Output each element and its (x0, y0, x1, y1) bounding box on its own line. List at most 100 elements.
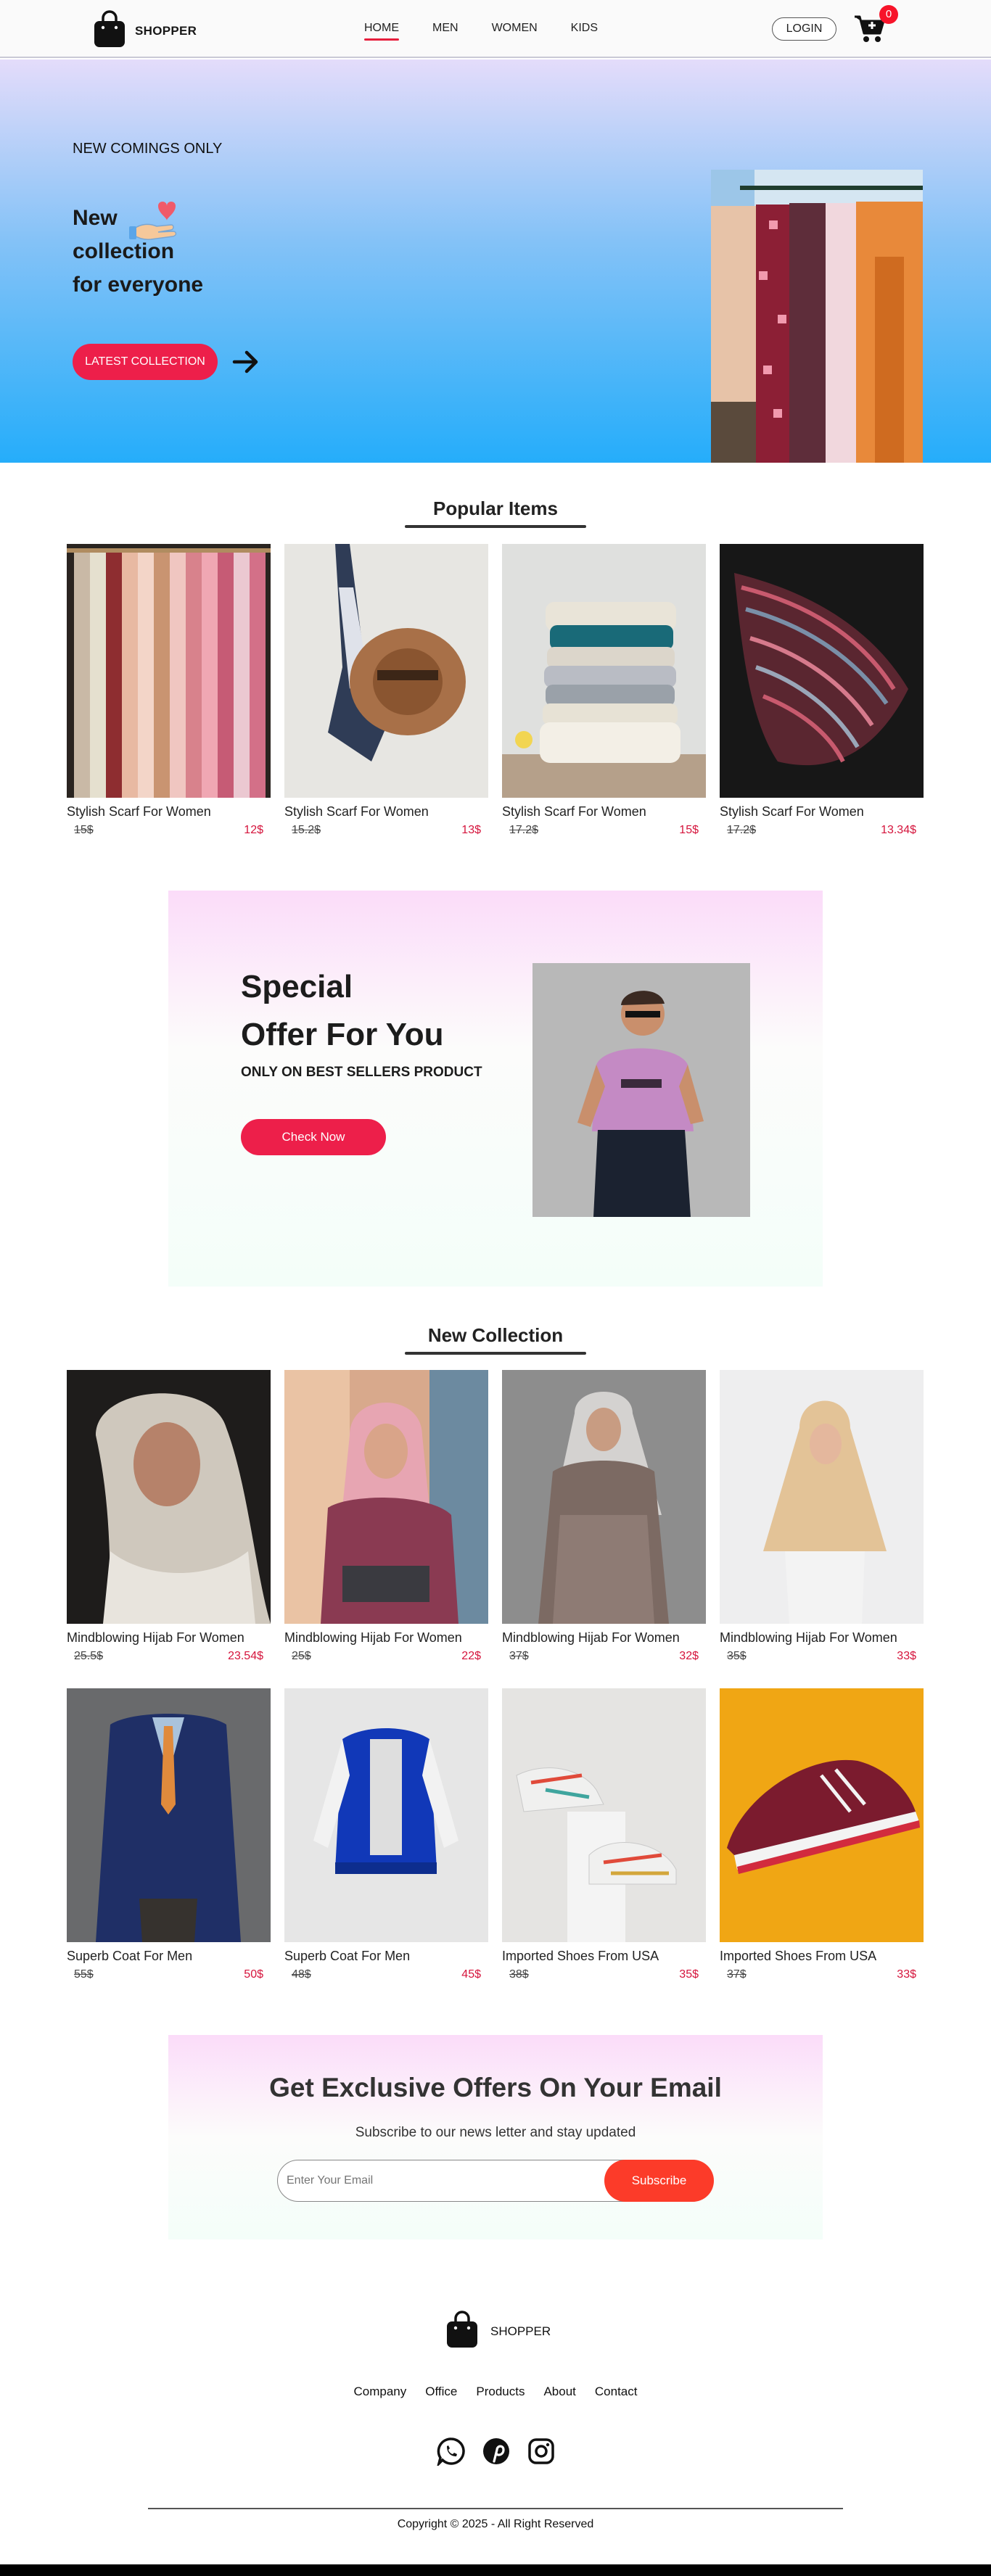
product-card[interactable]: Stylish Scarf For Women 17.2$ 15$ (502, 544, 706, 837)
new-price: 32$ (679, 1650, 699, 1662)
footer-link-about[interactable]: About (543, 2385, 575, 2399)
menu-item-women[interactable]: WOMEN (492, 22, 538, 35)
product-card[interactable]: Mindblowing Hijab For Women 37$ 32$ (502, 1370, 706, 1663)
product-card[interactable]: Imported Shoes From USA 38$ 35$ (502, 1688, 706, 1981)
product-card[interactable]: Superb Coat For Men 48$ 45$ (284, 1688, 488, 1981)
product-image-folded-knits (502, 544, 706, 798)
product-card[interactable]: Stylish Scarf For Women 17.2$ 13.34$ (720, 544, 924, 837)
email-input[interactable] (287, 2171, 591, 2191)
footer-link-products[interactable]: Products (476, 2385, 525, 2399)
offer-headline-line1: Special (241, 969, 353, 1004)
product-card[interactable]: Mindblowing Hijab For Women 25.5$ 23.54$ (67, 1370, 271, 1663)
product-prices: 35$ 33$ (720, 1650, 924, 1663)
product-prices: 15$ 12$ (67, 824, 271, 837)
newsletter-title: Get Exclusive Offers On Your Email (269, 2073, 722, 2102)
new-price: 33$ (897, 1968, 916, 1981)
product-name: Mindblowing Hijab For Women (720, 1630, 897, 1645)
product-image-sneaker-maroon (720, 1688, 924, 1942)
copyright-text: Copyright © 2025 - All Right Reserved (397, 2518, 594, 2530)
product-card[interactable]: Imported Shoes From USA 37$ 33$ (720, 1688, 924, 1981)
hero-banner: NEW COMINGS ONLY New collection for ever… (0, 59, 991, 463)
instagram-icon[interactable] (527, 2437, 556, 2469)
hand-heart-icon (129, 197, 180, 247)
new-price: 13$ (461, 824, 481, 836)
new-price: 22$ (461, 1650, 481, 1662)
footer-divider (148, 2508, 843, 2509)
product-image-hijab-tan (720, 1370, 924, 1624)
arrow-right-icon[interactable] (232, 350, 260, 378)
product-image-scarves-rack (67, 544, 271, 798)
product-name: Stylish Scarf For Women (502, 804, 646, 819)
product-name: Stylish Scarf For Women (284, 804, 429, 819)
product-name: Imported Shoes From USA (502, 1949, 659, 1963)
product-name: Mindblowing Hijab For Women (67, 1630, 244, 1645)
old-price: 25$ (292, 1650, 311, 1662)
product-name: Mindblowing Hijab For Women (502, 1630, 680, 1645)
product-name: Stylish Scarf For Women (67, 804, 211, 819)
offer-subheading: ONLY ON BEST SELLERS PRODUCT (241, 1065, 482, 1080)
menu-item-home[interactable]: HOME (364, 22, 399, 41)
whatsapp-icon[interactable] (436, 2437, 466, 2469)
bottom-bar (0, 2564, 991, 2576)
old-price: 55$ (74, 1968, 94, 1981)
newsletter-form: Subscribe (277, 2159, 714, 2202)
offer-headline-line2: Offer For You (241, 1017, 444, 1052)
product-prices: 25.5$ 23.54$ (67, 1650, 271, 1663)
brand-logo[interactable]: SHOPPER (93, 10, 197, 51)
pinterest-icon[interactable] (482, 2437, 511, 2469)
check-now-button[interactable]: Check Now (241, 1119, 386, 1155)
menu-item-men[interactable]: MEN (432, 22, 459, 35)
old-price: 15.2$ (292, 824, 321, 836)
footer-links: Company Office Products About Contact (0, 2385, 991, 2399)
product-image-varsity-jacket (284, 1688, 488, 1942)
product-name: Imported Shoes From USA (720, 1949, 877, 1963)
cart-count-badge: 0 (879, 5, 898, 24)
product-name: Mindblowing Hijab For Women (284, 1630, 462, 1645)
old-price: 15$ (74, 824, 94, 836)
footer-link-office[interactable]: Office (425, 2385, 457, 2399)
footer-logo[interactable]: SHOPPER (445, 2311, 551, 2352)
popular-items-underline (405, 525, 586, 528)
clothing-rack-image (711, 170, 923, 466)
product-card[interactable]: Mindblowing Hijab For Women 25$ 22$ (284, 1370, 488, 1663)
old-price: 37$ (509, 1650, 529, 1662)
new-price: 35$ (679, 1968, 699, 1981)
product-prices: 17.2$ 15$ (502, 824, 706, 837)
menu-item-kids[interactable]: KIDS (571, 22, 598, 35)
product-prices: 55$ 50$ (67, 1968, 271, 1981)
newsletter-section: Get Exclusive Offers On Your Email Subsc… (168, 2035, 823, 2239)
special-offer-banner: Special Offer For You ONLY ON BEST SELLE… (168, 891, 823, 1287)
navbar: SHOPPER HOME MEN WOMEN KIDS LOGIN 0 (0, 0, 991, 58)
product-image-hijab-beige (67, 1370, 271, 1624)
product-name: Stylish Scarf For Women (720, 804, 864, 819)
old-price: 17.2$ (509, 824, 539, 836)
footer-link-company[interactable]: Company (354, 2385, 407, 2399)
subscribe-button[interactable]: Subscribe (604, 2159, 714, 2202)
old-price: 37$ (727, 1968, 747, 1981)
product-prices: 15.2$ 13$ (284, 824, 488, 837)
product-image-blue-blazer (67, 1688, 271, 1942)
product-image-sneakers-white (502, 1688, 706, 1942)
product-image-hijab-pink (284, 1370, 488, 1624)
product-prices: 17.2$ 13.34$ (720, 824, 924, 837)
new-price: 33$ (897, 1650, 916, 1662)
footer-link-contact[interactable]: Contact (595, 2385, 638, 2399)
login-button[interactable]: LOGIN (772, 17, 836, 41)
old-price: 25.5$ (74, 1650, 104, 1662)
product-name: Superb Coat For Men (67, 1949, 193, 1963)
product-card[interactable]: Stylish Scarf For Women 15.2$ 13$ (284, 544, 488, 837)
new-price: 23.54$ (228, 1650, 263, 1662)
popular-items-title: Popular Items (433, 498, 558, 519)
product-prices: 48$ 45$ (284, 1968, 488, 1981)
new-price: 45$ (461, 1968, 481, 1981)
product-image-hat-scarf (284, 544, 488, 798)
new-collection-title: New Collection (427, 1324, 564, 1346)
latest-collection-button[interactable]: LATEST COLLECTION (73, 344, 218, 380)
product-card[interactable]: Mindblowing Hijab For Women 35$ 33$ (720, 1370, 924, 1663)
product-name: Superb Coat For Men (284, 1949, 411, 1963)
product-card[interactable]: Superb Coat For Men 55$ 50$ (67, 1688, 271, 1981)
old-price: 38$ (509, 1968, 529, 1981)
old-price: 17.2$ (727, 824, 757, 836)
product-card[interactable]: Stylish Scarf For Women 15$ 12$ (67, 544, 271, 837)
offer-model-image (532, 963, 750, 1217)
